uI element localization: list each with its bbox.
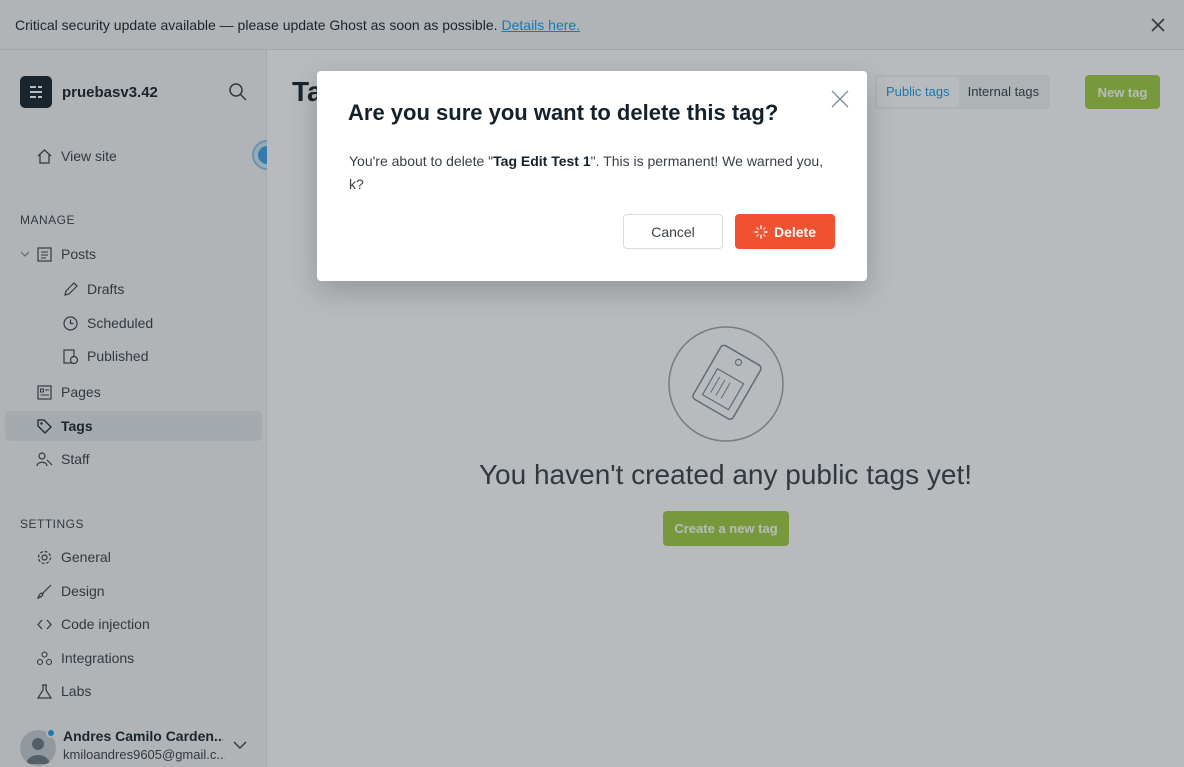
- cancel-button[interactable]: Cancel: [623, 214, 723, 249]
- modal-title: Are you sure you want to delete this tag…: [348, 100, 779, 125]
- spinner-icon: [754, 224, 768, 239]
- close-icon[interactable]: [830, 89, 850, 109]
- tag-name: Tag Edit Test 1: [493, 153, 591, 169]
- delete-tag-modal: Are you sure you want to delete this tag…: [317, 71, 867, 281]
- modal-body: You're about to delete "Tag Edit Test 1"…: [349, 153, 824, 192]
- delete-button[interactable]: Delete: [735, 214, 835, 249]
